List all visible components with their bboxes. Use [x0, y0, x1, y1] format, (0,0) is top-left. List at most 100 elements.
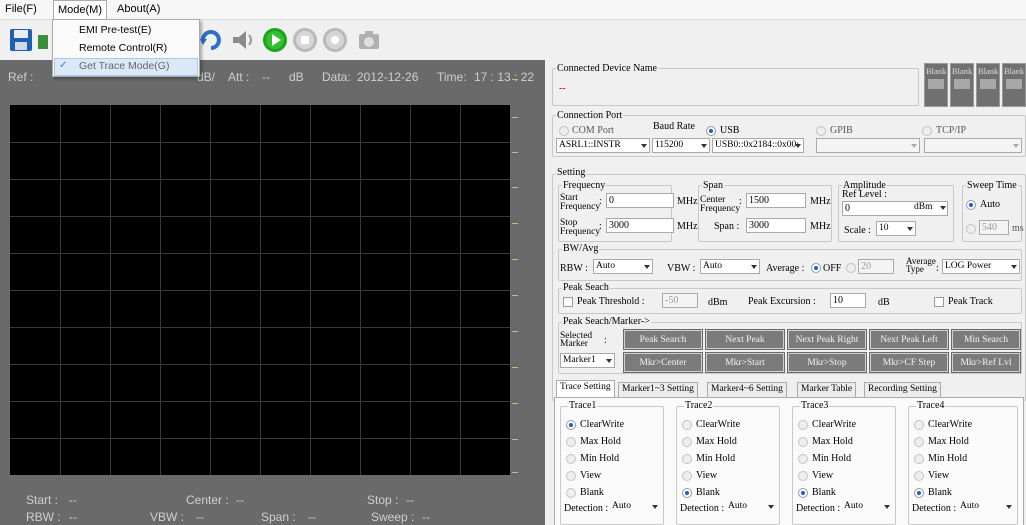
trace1-minhold-radio[interactable] — [566, 454, 576, 464]
sweep-ms-input[interactable]: 540 — [979, 220, 1009, 235]
tcpip-radio[interactable] — [922, 126, 932, 136]
scale-select[interactable]: 10 — [876, 221, 916, 236]
ref-level-value: 0 — [845, 203, 850, 214]
trace4-clearwrite-radio[interactable] — [914, 420, 924, 430]
baud-rate-select[interactable]: 115200 — [652, 138, 710, 153]
trace2-view-radio[interactable] — [682, 471, 692, 481]
tab-recording-setting[interactable]: Recording Setting — [864, 382, 941, 397]
bw-avg-title: BW/Avg — [562, 243, 600, 254]
com-port-label: COM Port — [572, 125, 614, 136]
next-peak-left-button[interactable]: Next Peak Left — [869, 329, 949, 350]
tab-marker4-6-setting[interactable]: Marker4~6 Setting — [707, 382, 787, 397]
open-icon[interactable] — [36, 27, 50, 53]
mkr-stop-button[interactable]: Mkr>Stop — [787, 352, 867, 373]
peak-threshold-input[interactable]: -50 — [662, 293, 698, 308]
usb-radio[interactable] — [706, 126, 716, 136]
trace3-maxhold-label: Max Hold — [812, 436, 853, 447]
trace3-minhold-radio[interactable] — [798, 454, 808, 464]
menu-item-get-trace-mode[interactable]: Get Trace Mode(G) — [79, 60, 169, 72]
trace4-detection-select[interactable]: Auto — [958, 500, 1014, 515]
record-icon[interactable] — [322, 27, 348, 53]
average-off-label: OFF — [823, 263, 842, 274]
mkr-ref-lvl-button[interactable]: Mkr>Ref Lvl — [951, 352, 1021, 373]
trace2-blank-radio[interactable] — [682, 488, 692, 498]
peak-threshold-checkbox[interactable] — [563, 297, 573, 307]
trace3-view-radio[interactable] — [798, 471, 808, 481]
trace4-minhold-radio[interactable] — [914, 454, 924, 464]
tab-marker-table[interactable]: Marker Table — [797, 382, 857, 397]
selected-marker-select[interactable]: Marker1 — [560, 353, 615, 368]
spectrum-screen[interactable] — [10, 105, 510, 475]
trace1-maxhold-radio[interactable] — [566, 437, 576, 447]
trace4-blank-radio[interactable] — [914, 488, 924, 498]
mkr-center-button[interactable]: Mkr>Center — [623, 352, 703, 373]
menu-mode[interactable]: Mode(M) — [53, 0, 108, 20]
trace2-detection-select[interactable]: Auto — [726, 500, 776, 515]
peak-track-checkbox[interactable] — [934, 297, 944, 307]
sweep-auto-radio[interactable] — [966, 200, 976, 210]
trace1-view-radio[interactable] — [566, 471, 576, 481]
mkr-start-button[interactable]: Mkr>Start — [705, 352, 785, 373]
average-off-radio[interactable] — [811, 263, 821, 273]
stop-value: -- — [406, 493, 414, 507]
min-search-button[interactable]: Min Search — [951, 329, 1021, 350]
ref-label: Ref : — [8, 70, 34, 84]
trace3-clearwrite-radio[interactable] — [798, 420, 808, 430]
trace3-detection-select[interactable]: Auto — [842, 500, 892, 515]
trace2-clearwrite-radio[interactable] — [682, 420, 692, 430]
rbw-select[interactable]: Auto — [593, 259, 653, 274]
baud-rate-label: Baud Rate — [653, 121, 695, 132]
trace4-view-radio[interactable] — [914, 471, 924, 481]
vbw-select[interactable]: Auto — [700, 259, 760, 274]
save-icon[interactable] — [8, 27, 34, 53]
trace3-maxhold-radio[interactable] — [798, 437, 808, 447]
span-input[interactable]: 3000 — [746, 218, 806, 233]
com-port-radio[interactable] — [559, 126, 569, 136]
menu-item-remote-control[interactable]: Remote Control(R) — [79, 42, 167, 54]
gpib-radio[interactable] — [816, 126, 826, 136]
sweep-time-title: Sweep Time — [966, 180, 1018, 191]
menu-item-emi-pretest[interactable]: EMI Pre-test(E) — [79, 24, 151, 36]
start-label: Start : — [26, 493, 59, 507]
trace4-blank-label: Blank — [928, 487, 952, 498]
stop-icon[interactable] — [292, 27, 318, 53]
next-peak-right-button[interactable]: Next Peak Right — [787, 329, 867, 350]
usb-select[interactable]: USB0::0x2184::0x00: — [712, 138, 804, 153]
trace1-clearwrite-radio[interactable] — [566, 420, 576, 430]
tcpip-select[interactable] — [924, 138, 1022, 153]
ref-unit-select[interactable]: dBm — [912, 201, 948, 216]
center-frequency-input[interactable]: 1500 — [746, 193, 806, 208]
peak-excursion-input[interactable]: 10 — [830, 293, 866, 308]
trace2-maxhold-radio[interactable] — [682, 437, 692, 447]
data-label: Data: — [322, 70, 351, 84]
trace1-blank-radio[interactable] — [566, 488, 576, 498]
average-count-input[interactable]: 20 — [858, 259, 894, 274]
gpib-select[interactable] — [816, 138, 920, 153]
peak-search-button[interactable]: Peak Search — [623, 329, 703, 350]
trace1-view-label: View — [580, 470, 602, 481]
stop-frequency-input[interactable]: 3000 — [606, 218, 674, 233]
trace1-detection-select[interactable]: Auto — [610, 500, 660, 515]
mkr-cf-step-button[interactable]: Mkr>CF Step — [869, 352, 949, 373]
trace4-maxhold-radio[interactable] — [914, 437, 924, 447]
trace2-minhold-radio[interactable] — [682, 454, 692, 464]
start-frequency-input[interactable]: 0 — [606, 193, 674, 208]
refresh-icon[interactable] — [198, 27, 224, 53]
next-peak-button[interactable]: Next Peak — [705, 329, 785, 350]
tab-trace-setting[interactable]: Trace Setting — [556, 380, 615, 397]
average-on-radio[interactable] — [846, 263, 856, 273]
average-type-value: LOG Power — [945, 261, 992, 271]
menu-file[interactable]: File(F) — [5, 3, 37, 15]
menu-about[interactable]: About(A) — [117, 3, 160, 15]
speaker-icon[interactable] — [230, 27, 256, 53]
sweep-manual-radio[interactable] — [966, 224, 976, 234]
colon-label: : — [604, 335, 607, 346]
trace4-detection-label: Detection : — [912, 503, 957, 514]
average-type-select[interactable]: LOG Power — [942, 259, 1020, 274]
trace2-detection-label: Detection : — [680, 503, 725, 514]
com-port-select[interactable]: ASRL1::INSTR — [556, 138, 650, 153]
play-icon[interactable] — [262, 27, 288, 53]
trace3-blank-radio[interactable] — [798, 488, 808, 498]
tab-marker1-3-setting[interactable]: Marker1~3 Setting — [618, 382, 698, 397]
camera-icon[interactable] — [356, 27, 382, 53]
